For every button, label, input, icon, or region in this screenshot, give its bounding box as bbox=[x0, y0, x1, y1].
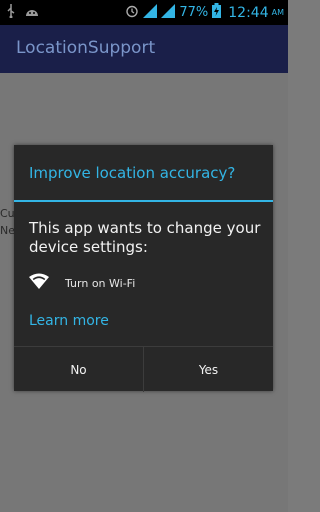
battery-percent: 77% bbox=[179, 5, 209, 20]
no-button[interactable]: No bbox=[14, 347, 143, 392]
clock-time: 12:44 bbox=[228, 4, 269, 21]
alarm-icon bbox=[125, 4, 139, 22]
background-text: Cu Ne bbox=[0, 205, 15, 239]
dialog-button-bar: No Yes bbox=[14, 346, 273, 392]
wifi-label: Turn on Wi-Fi bbox=[65, 276, 136, 290]
usb-icon bbox=[6, 4, 16, 22]
dialog-message: This app wants to change your device set… bbox=[29, 219, 261, 256]
wifi-setting-row: Turn on Wi-Fi bbox=[29, 273, 135, 293]
location-dialog: Improve location accuracy? This app want… bbox=[14, 145, 273, 392]
background-line-1: Cu bbox=[0, 207, 15, 220]
wifi-signal-icon bbox=[143, 3, 158, 22]
status-bar: 77% 12:44 AM bbox=[0, 0, 288, 25]
action-bar: LocationSupport bbox=[0, 25, 288, 73]
cell-signal-icon bbox=[161, 3, 176, 22]
learn-more-link[interactable]: Learn more bbox=[29, 313, 109, 329]
app-title: LocationSupport bbox=[16, 38, 156, 58]
battery-charging-icon bbox=[212, 3, 222, 22]
clock-ampm: AM bbox=[271, 8, 284, 17]
yes-button[interactable]: Yes bbox=[144, 347, 273, 392]
dialog-title: Improve location accuracy? bbox=[29, 164, 236, 182]
android-icon bbox=[24, 5, 40, 21]
dialog-divider bbox=[14, 200, 273, 202]
background-line-2: Ne bbox=[0, 224, 15, 237]
wifi-icon bbox=[29, 273, 49, 293]
